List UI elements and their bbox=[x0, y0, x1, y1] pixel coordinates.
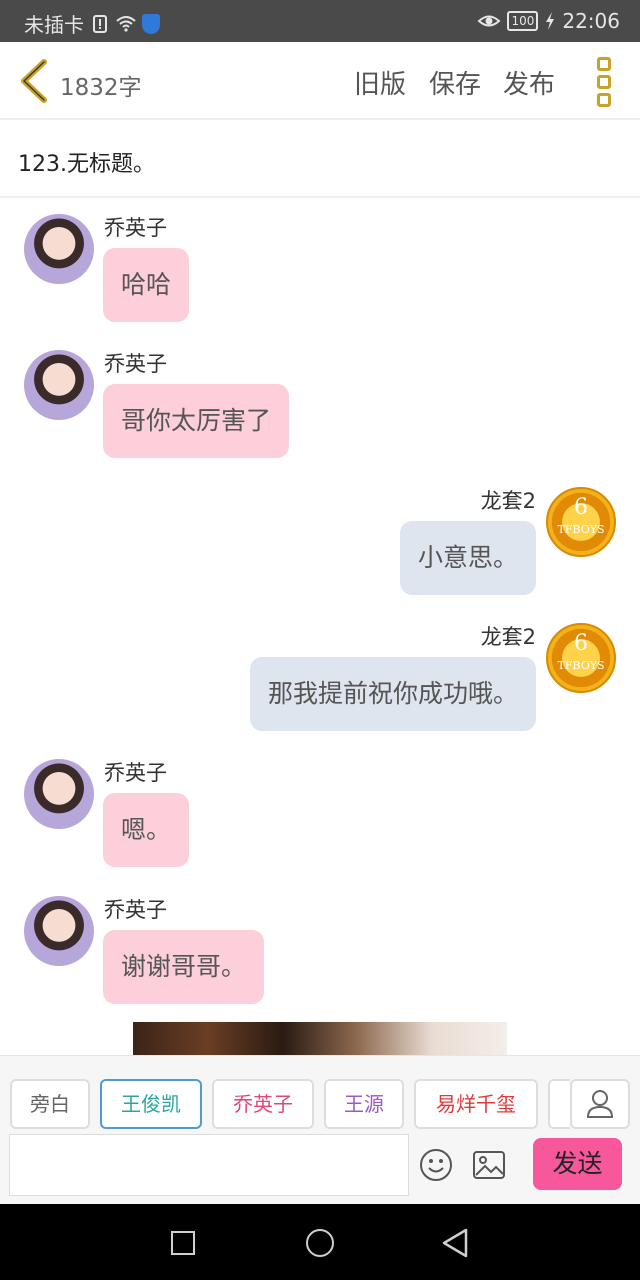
image-message[interactable] bbox=[133, 1022, 507, 1055]
chapter-title: 123.无标题。 bbox=[18, 152, 155, 177]
back-chevron-icon[interactable] bbox=[14, 58, 54, 104]
message-bubble[interactable]: 那我提前祝你成功哦。 bbox=[249, 657, 536, 731]
chapter-title-bar[interactable]: 123.无标题。 bbox=[0, 122, 640, 198]
character-chip-narrator[interactable]: 旁白 bbox=[10, 1079, 90, 1129]
wifi-icon bbox=[116, 15, 136, 32]
speaker-name: 乔英子 bbox=[104, 761, 167, 785]
badge-number: 6 bbox=[574, 495, 588, 520]
status-left: 未插卡 bbox=[24, 9, 160, 38]
character-chip-wang-yuan[interactable]: 王源 bbox=[324, 1079, 404, 1129]
user-icon bbox=[586, 1090, 614, 1118]
speaker-name: 龙套2 bbox=[480, 489, 536, 513]
image-icon[interactable] bbox=[472, 1150, 506, 1180]
old-version-button[interactable]: 旧版 bbox=[354, 64, 406, 101]
message-bubble[interactable]: 小意思。 bbox=[399, 521, 536, 595]
editor-toolbar: 1832字 旧版 保存 发布 bbox=[0, 42, 640, 120]
speaker-name: 乔英子 bbox=[104, 898, 167, 922]
badge-text: TFBOYS bbox=[557, 659, 605, 672]
system-nav-bar bbox=[0, 1204, 640, 1280]
status-bar: 未插卡 100 22:06 bbox=[0, 0, 640, 42]
character-chip-qiao-yingzi[interactable]: 乔英子 bbox=[212, 1079, 314, 1129]
eye-icon bbox=[477, 15, 501, 27]
avatar[interactable] bbox=[24, 896, 94, 966]
publish-button[interactable]: 发布 bbox=[503, 64, 555, 101]
message-bubble[interactable]: 嗯。 bbox=[103, 793, 190, 867]
character-selector: 旁白 王俊凯 乔英子 王源 易烊千玺 bbox=[10, 1079, 570, 1129]
badge-text: TFBOYS bbox=[557, 523, 605, 536]
recents-button[interactable] bbox=[171, 1231, 195, 1255]
avatar[interactable]: 6 TFBOYS bbox=[546, 487, 616, 557]
avatar[interactable] bbox=[24, 350, 94, 420]
carrier-text: 未插卡 bbox=[24, 13, 84, 37]
message-bubble[interactable]: 谢谢哥哥。 bbox=[103, 930, 265, 1004]
back-triangle-icon[interactable] bbox=[440, 1227, 470, 1259]
emoji-icon[interactable] bbox=[419, 1148, 453, 1182]
sim-alert-icon bbox=[93, 14, 107, 33]
message-bubble[interactable]: 哥你太厉害了 bbox=[103, 384, 290, 458]
avatar[interactable] bbox=[24, 214, 94, 284]
composer: 旁白 王俊凯 乔英子 王源 易烊千玺 发送 bbox=[0, 1055, 640, 1204]
charging-icon bbox=[546, 12, 555, 30]
home-button[interactable] bbox=[306, 1229, 334, 1257]
message-bubble[interactable]: 哈哈 bbox=[103, 248, 190, 322]
status-right: 100 22:06 bbox=[477, 9, 620, 33]
battery-level: 100 bbox=[507, 11, 539, 31]
message-input[interactable] bbox=[9, 1134, 409, 1196]
speaker-name: 龙套2 bbox=[480, 625, 536, 649]
avatar[interactable] bbox=[24, 759, 94, 829]
character-chip-wang-junkai[interactable]: 王俊凯 bbox=[100, 1079, 202, 1129]
send-button[interactable]: 发送 bbox=[533, 1138, 622, 1190]
add-character-button[interactable] bbox=[570, 1079, 630, 1129]
speaker-name: 乔英子 bbox=[104, 216, 167, 240]
clock: 22:06 bbox=[562, 9, 620, 33]
word-count: 1832字 bbox=[60, 75, 142, 101]
save-button[interactable]: 保存 bbox=[429, 64, 481, 101]
character-chip-yi-yangqianxi[interactable]: 易烊千玺 bbox=[414, 1079, 538, 1129]
more-menu-icon[interactable] bbox=[597, 57, 613, 107]
speaker-name: 乔英子 bbox=[104, 352, 167, 376]
chat-list[interactable]: 乔英子 哈哈 乔英子 哥你太厉害了 6 TFBOYS 龙套2 小意思。 6 TF… bbox=[0, 200, 640, 1055]
character-chip-more[interactable] bbox=[548, 1079, 570, 1129]
avatar[interactable]: 6 TFBOYS bbox=[546, 623, 616, 693]
badge-number: 6 bbox=[574, 631, 588, 656]
shield-icon bbox=[142, 13, 160, 34]
